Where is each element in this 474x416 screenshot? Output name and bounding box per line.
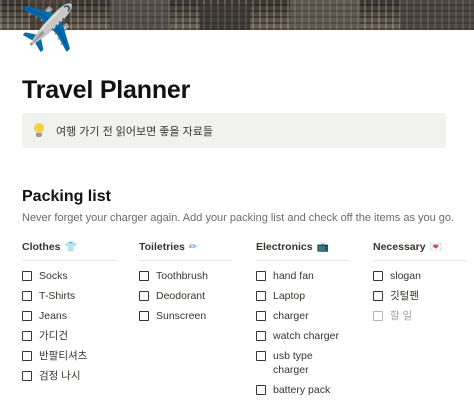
necessary-header[interactable]: Necessary 💌 bbox=[373, 240, 467, 254]
checkbox[interactable] bbox=[22, 351, 32, 361]
heart-icon: 💌 bbox=[429, 241, 442, 253]
item-label[interactable]: T-Shirts bbox=[39, 289, 75, 303]
item-label[interactable]: Laptop bbox=[273, 289, 305, 303]
necessary-column: Necessary 💌 slogan 깃털펜 할 일 bbox=[373, 240, 467, 329]
callout-text[interactable]: 여행 가기 전 읽어보면 좋을 자료들 bbox=[56, 123, 213, 139]
clothes-header[interactable]: Clothes 👕 bbox=[22, 240, 116, 254]
callout[interactable]: 여행 가기 전 읽어보면 좋을 자료들 bbox=[22, 113, 446, 148]
list-item[interactable]: battery pack bbox=[256, 383, 350, 397]
toiletries-label: Toiletries bbox=[139, 241, 185, 253]
electronics-header[interactable]: Electronics 📺 bbox=[256, 240, 350, 254]
list-item[interactable]: watch charger bbox=[256, 329, 350, 343]
column-divider bbox=[22, 260, 116, 261]
item-label[interactable]: charger bbox=[273, 309, 309, 323]
item-label[interactable]: 깃털펜 bbox=[390, 289, 419, 303]
electronics-column: Electronics 📺 hand fan Laptop charger wa… bbox=[256, 240, 350, 403]
item-label[interactable]: 검정 나시 bbox=[39, 369, 81, 383]
clothes-column: Clothes 👕 Socks T-Shirts Jeans 가디건 반팔티셔츠… bbox=[22, 240, 116, 389]
list-item[interactable]: 검정 나시 bbox=[22, 369, 116, 383]
lightbulb-icon bbox=[31, 122, 47, 139]
item-label[interactable]: 반팔티셔츠 bbox=[39, 349, 87, 363]
checkbox[interactable] bbox=[256, 385, 266, 395]
checkbox[interactable] bbox=[256, 311, 266, 321]
item-label[interactable]: Socks bbox=[39, 269, 68, 283]
checkbox[interactable] bbox=[22, 311, 32, 321]
checkbox[interactable] bbox=[22, 331, 32, 341]
airplane-icon[interactable]: ✈️ bbox=[20, 2, 78, 56]
column-divider bbox=[373, 260, 467, 261]
list-item[interactable]: Jeans bbox=[22, 309, 116, 323]
item-label[interactable]: battery pack bbox=[273, 383, 330, 397]
electronics-label: Electronics bbox=[256, 241, 313, 253]
list-item[interactable]: 깃털펜 bbox=[373, 289, 467, 303]
toiletries-column: Toiletries ✏ Toothbrush Deodorant Sunscr… bbox=[139, 240, 233, 329]
checkbox[interactable] bbox=[22, 271, 32, 281]
checkbox[interactable] bbox=[22, 291, 32, 301]
television-icon: 📺 bbox=[316, 241, 330, 253]
item-label[interactable]: 가디건 bbox=[39, 329, 68, 343]
item-label[interactable]: hand fan bbox=[273, 269, 314, 283]
clothes-label: Clothes bbox=[22, 241, 61, 253]
packing-list-description[interactable]: Never forget your charger again. Add you… bbox=[22, 212, 454, 224]
checkbox[interactable] bbox=[256, 291, 266, 301]
list-item[interactable]: slogan bbox=[373, 269, 467, 283]
list-item[interactable]: hand fan bbox=[256, 269, 350, 283]
packing-list-heading[interactable]: Packing list bbox=[22, 188, 111, 206]
list-item[interactable]: usb type charger bbox=[256, 349, 350, 377]
item-label[interactable]: Jeans bbox=[39, 309, 67, 323]
column-divider bbox=[139, 260, 233, 261]
item-label[interactable]: slogan bbox=[390, 269, 421, 283]
checkbox[interactable] bbox=[22, 371, 32, 381]
list-item[interactable]: Socks bbox=[22, 269, 116, 283]
checkbox[interactable] bbox=[139, 271, 149, 281]
necessary-label: Necessary bbox=[373, 241, 426, 253]
column-divider bbox=[256, 260, 350, 261]
list-item[interactable]: T-Shirts bbox=[22, 289, 116, 303]
checkbox[interactable] bbox=[139, 291, 149, 301]
checkbox[interactable] bbox=[256, 351, 266, 361]
list-item[interactable]: Toothbrush bbox=[139, 269, 233, 283]
list-item[interactable]: charger bbox=[256, 309, 350, 323]
checkbox[interactable] bbox=[373, 271, 383, 281]
item-label[interactable]: Deodorant bbox=[156, 289, 205, 303]
toothbrush-icon: ✏ bbox=[188, 241, 198, 253]
checkbox[interactable] bbox=[139, 311, 149, 321]
checkbox[interactable] bbox=[373, 291, 383, 301]
item-label[interactable]: watch charger bbox=[273, 329, 339, 343]
list-item[interactable]: 반팔티셔츠 bbox=[22, 349, 116, 363]
list-item[interactable]: Deodorant bbox=[139, 289, 233, 303]
list-item[interactable]: Laptop bbox=[256, 289, 350, 303]
list-item[interactable]: Sunscreen bbox=[139, 309, 233, 323]
item-label[interactable]: Toothbrush bbox=[156, 269, 208, 283]
t-shirt-icon: 👕 bbox=[64, 241, 77, 253]
checkbox[interactable] bbox=[256, 331, 266, 341]
page-title[interactable]: Travel Planner bbox=[22, 76, 190, 105]
item-label[interactable]: usb type charger bbox=[273, 349, 333, 377]
checkbox[interactable] bbox=[373, 311, 383, 321]
list-item[interactable]: 가디건 bbox=[22, 329, 116, 343]
item-label[interactable]: Sunscreen bbox=[156, 309, 206, 323]
checkbox[interactable] bbox=[256, 271, 266, 281]
toiletries-header[interactable]: Toiletries ✏ bbox=[139, 240, 233, 254]
placeholder-label[interactable]: 할 일 bbox=[390, 309, 412, 323]
placeholder-item[interactable]: 할 일 bbox=[373, 309, 467, 323]
